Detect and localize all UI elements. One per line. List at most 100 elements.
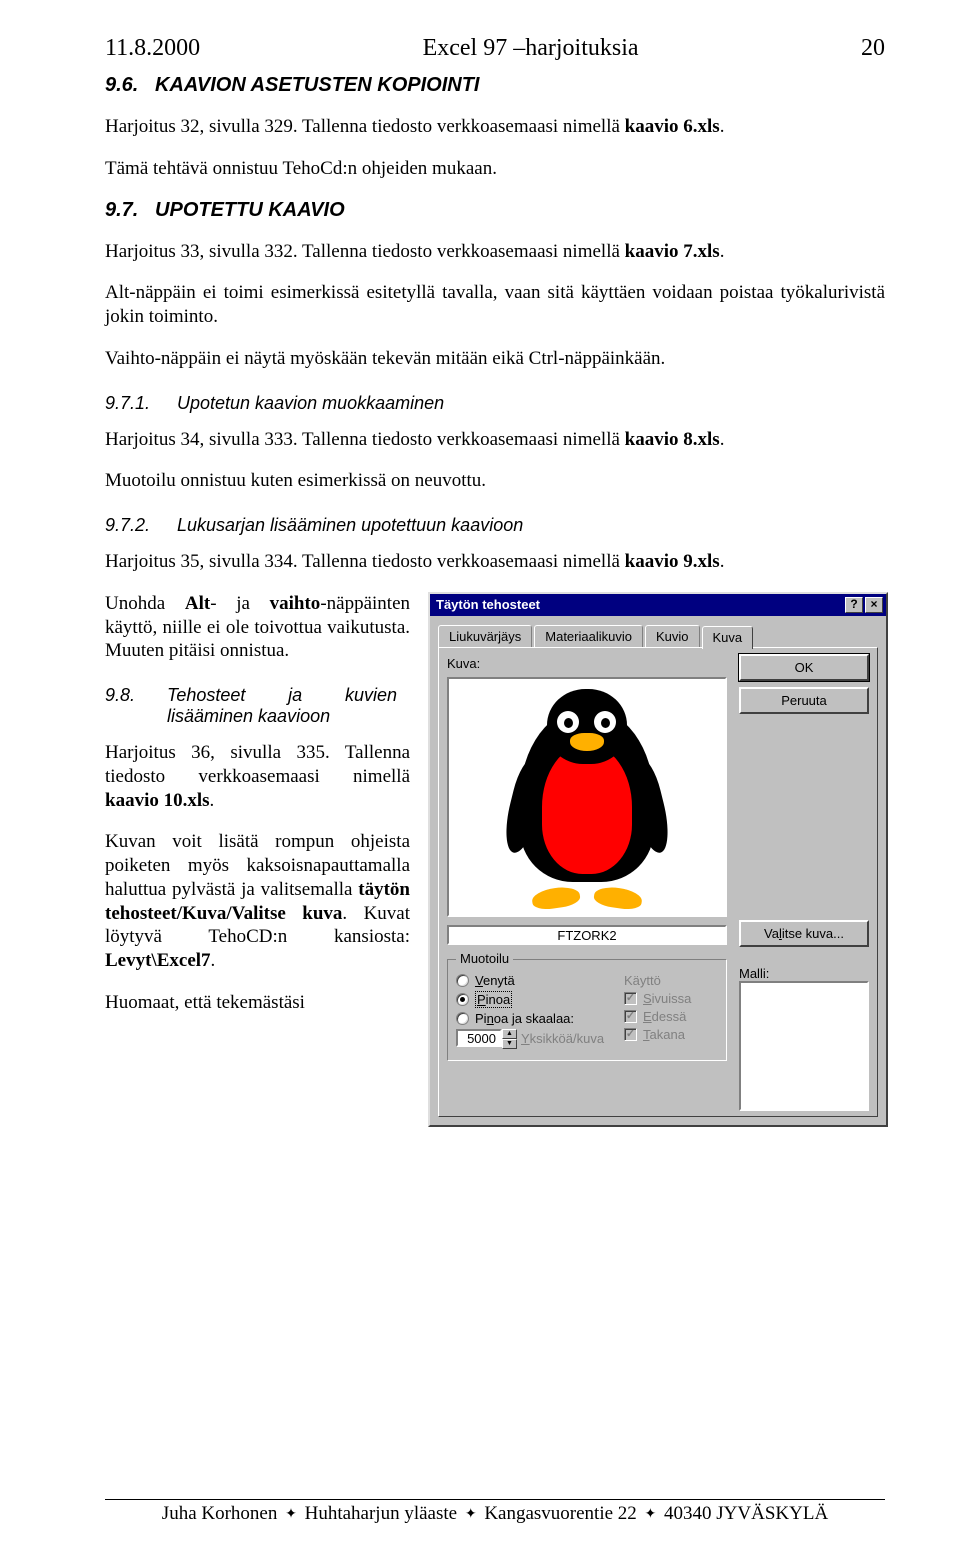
radio-stretch[interactable]: Venytä <box>456 973 606 988</box>
ok-button[interactable]: OK <box>739 654 869 681</box>
bold-run: Alt <box>185 593 210 614</box>
text-run: . <box>720 429 725 450</box>
units-label: Yksikköä/kuva <box>521 1031 604 1046</box>
heading-9-7-1: 9.7.1.Upotetun kaavion muokkaaminen <box>105 393 885 414</box>
tab-texture[interactable]: Materiaalikuvio <box>534 625 643 648</box>
footer-city: 40340 JYVÄSKYLÄ <box>659 1503 828 1524</box>
filename-bold: kaavio 8.xls <box>625 429 720 450</box>
footer-address: Kangasvuorentie 22 <box>480 1503 642 1524</box>
text-run: Harjoitus 36, sivulla 335. Tallenna tied… <box>105 742 410 787</box>
radio-stack[interactable]: Pinoa <box>456 991 606 1008</box>
units-spinner[interactable]: 5000 ▲ ▼ <box>456 1029 517 1049</box>
bold-run: vaihto <box>270 593 321 614</box>
text-run: . <box>210 790 215 811</box>
header-title: Excel 97 –harjoituksia <box>200 35 861 62</box>
text-run: Harjoitus 34, sivulla 333. Tallenna tied… <box>105 429 625 450</box>
paragraph: Harjoitus 35, sivulla 334. Tallenna tied… <box>105 550 885 574</box>
heading-text: Lukusarjan lisääminen upotettuun kaavioo… <box>177 515 523 535</box>
fill-effects-dialog: Täytön tehosteet ? × Liukuvärjäys Materi… <box>428 592 888 1127</box>
tabs-row: Liukuvärjäys Materiaalikuvio Kuvio Kuva <box>430 616 886 647</box>
check-sides: ✓ Sivuissa <box>624 991 718 1006</box>
heading-text: Upotetun kaavion muokkaaminen <box>177 393 444 413</box>
right-column: Täytön tehosteet ? × Liukuvärjäys Materi… <box>428 592 888 1127</box>
sample-area: Malli: <box>739 966 869 1111</box>
check-front: ✓ Edessä <box>624 1009 718 1024</box>
apply-to-label: Käyttö <box>624 973 718 988</box>
running-footer: Juha Korhonen ✦ Huhtaharjun yläaste ✦ Ka… <box>105 1499 885 1525</box>
bullet-icon: ✦ <box>462 1505 480 1521</box>
paragraph: Harjoitus 36, sivulla 335. Tallenna tied… <box>105 741 410 812</box>
checkbox-label: Takana <box>643 1027 685 1042</box>
heading-9-7: 9.7. UPOTETTU KAAVIO <box>105 199 885 222</box>
bullet-icon: ✦ <box>282 1505 300 1521</box>
paragraph: Harjoitus 34, sivulla 333. Tallenna tied… <box>105 428 885 452</box>
dialog-title: Täytön tehosteet <box>436 597 843 612</box>
spinner-down-icon[interactable]: ▼ <box>502 1039 517 1049</box>
header-page-number: 20 <box>861 35 885 62</box>
running-header: 11.8.2000 Excel 97 –harjoituksia 20 <box>105 35 885 62</box>
filename-bold: kaavio 6.xls <box>625 116 720 137</box>
radio-label: Venytä <box>475 973 515 988</box>
radio-icon <box>456 974 469 987</box>
radio-label: Pinoa <box>475 991 512 1008</box>
footer-author: Juha Korhonen <box>162 1503 282 1524</box>
left-column: Unohda Alt- ja vaihto-näppäinten käyttö,… <box>105 592 410 1033</box>
heading-number: 9.8. <box>105 685 167 706</box>
filename-bold: kaavio 10.xls <box>105 790 210 811</box>
picture-preview <box>447 677 727 917</box>
header-date: 11.8.2000 <box>105 35 200 62</box>
picture-label: Kuva: <box>447 656 737 671</box>
text-run: - ja <box>210 593 269 614</box>
spinner-up-icon[interactable]: ▲ <box>502 1029 517 1039</box>
footer-school: Huhtaharjun yläaste <box>300 1503 462 1524</box>
heading-9-7-2: 9.7.2.Lukusarjan lisääminen upotettuun k… <box>105 515 885 536</box>
text-run: Harjoitus 32, sivulla 329. Tallenna tied… <box>105 116 625 137</box>
paragraph: Unohda Alt- ja vaihto-näppäinten käyttö,… <box>105 592 410 663</box>
text-run: . <box>720 551 725 572</box>
sample-label: Malli: <box>739 966 869 981</box>
paragraph: Muotoilu onnistuu kuten esimerkissä on n… <box>105 469 885 493</box>
select-picture-button[interactable]: Valitse kuva... <box>739 920 869 947</box>
check-end: ✓ Takana <box>624 1027 718 1042</box>
text-run: Unohda <box>105 593 185 614</box>
radio-label: Pinoa ja skaalaa: <box>475 1011 574 1026</box>
radio-icon <box>456 993 469 1006</box>
titlebar-close-button[interactable]: × <box>865 597 883 613</box>
heading-9-8: 9.8.Tehosteet ja kuvien lisääminen kaavi… <box>105 685 410 727</box>
dialog-titlebar[interactable]: Täytön tehosteet ? × <box>430 594 886 616</box>
bullet-icon: ✦ <box>642 1505 660 1521</box>
sample-preview <box>739 981 869 1111</box>
groupbox-legend: Muotoilu <box>456 951 513 966</box>
picture-filename: FTZORK2 <box>447 925 727 945</box>
text-run: Harjoitus 35, sivulla 334. Tallenna tied… <box>105 551 625 572</box>
format-groupbox: Muotoilu Venytä Pinoa <box>447 959 727 1061</box>
radio-stack-scale[interactable]: Pinoa ja skaalaa: <box>456 1011 606 1026</box>
paragraph: Harjoitus 33, sivulla 332. Tallenna tied… <box>105 240 885 264</box>
paragraph: Huomaat, että tekemästäsi <box>105 991 410 1015</box>
checkbox-icon: ✓ <box>624 1028 637 1041</box>
page: 11.8.2000 Excel 97 –harjoituksia 20 9.6.… <box>0 0 960 1127</box>
paragraph: Kuvan voit lisätä rompun ohjeista poiket… <box>105 830 410 973</box>
heading-9-6: 9.6. KAAVION ASETUSTEN KOPIOINTI <box>105 74 885 97</box>
heading-number: 9.7.1. <box>105 393 177 414</box>
paragraph: Harjoitus 32, sivulla 329. Tallenna tied… <box>105 115 885 139</box>
tab-pattern[interactable]: Kuvio <box>645 625 700 648</box>
heading-number: 9.7.2. <box>105 515 177 536</box>
two-column-area: Unohda Alt- ja vaihto-näppäinten käyttö,… <box>105 592 885 1127</box>
paragraph: Vaihto-näppäin ei näytä myöskään tekevän… <box>105 347 885 371</box>
units-per-picture-row: 5000 ▲ ▼ Yksikköä/kuva <box>456 1029 606 1049</box>
tab-body-picture: Kuva: <box>438 647 878 1117</box>
picture-panel: Kuva: <box>447 656 737 1061</box>
radio-icon <box>456 1012 469 1025</box>
cancel-button[interactable]: Peruuta <box>739 687 869 714</box>
checkbox-label: Sivuissa <box>643 991 691 1006</box>
tab-gradient[interactable]: Liukuvärjäys <box>438 625 532 648</box>
titlebar-help-button[interactable]: ? <box>845 597 863 613</box>
filename-bold: kaavio 9.xls <box>625 551 720 572</box>
paragraph: Tämä tehtävä onnistuu TehoCd:n ohjeiden … <box>105 157 885 181</box>
tab-picture[interactable]: Kuva <box>702 626 754 649</box>
paragraph: Alt-näppäin ei toimi esimerkissä esitety… <box>105 281 885 329</box>
units-value[interactable]: 5000 <box>456 1029 502 1047</box>
text-run: Harjoitus 33, sivulla 332. Tallenna tied… <box>105 241 625 262</box>
checkbox-label: Edessä <box>643 1009 686 1024</box>
